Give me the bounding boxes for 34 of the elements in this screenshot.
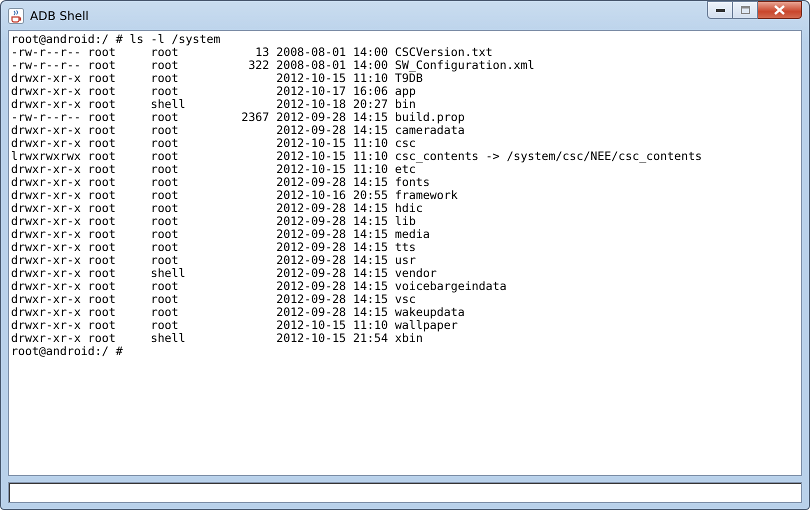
output-line: drwxr-xr-x root root 2012-09-28 14:15 hdic (11, 202, 423, 215)
output-line: drwxr-xr-x root root 2012-09-28 14:15 vsc (11, 293, 416, 306)
output-line: root@android:/ # (11, 345, 123, 358)
minimize-icon (716, 8, 724, 12)
output-line: -rw-r--r-- root root 2367 2012-09-28 14:15 build.prop (11, 111, 465, 124)
close-icon (774, 5, 785, 15)
maximize-button[interactable] (733, 1, 758, 19)
output-line: root@android:/ # ls -l /system (11, 33, 220, 46)
window-title: ADB Shell (30, 8, 89, 22)
output-line: drwxr-xr-x root root 2012-10-15 11:10 csc (11, 137, 416, 150)
output-line: drwxr-xr-x root shell 2012-09-28 14:15 vendor (11, 267, 437, 280)
output-line: drwxr-xr-x root root 2012-10-15 11:10 etc (11, 163, 416, 176)
output-line: drwxr-xr-x root root 2012-10-15 11:10 wallpaper (11, 319, 458, 332)
close-button[interactable] (758, 1, 802, 19)
output-line: drwxr-xr-x root root 2012-10-15 11:10 T9DB (11, 72, 423, 85)
output-line: drwxr-xr-x root root 2012-09-28 14:15 wakeupdata (11, 306, 465, 319)
output-line: drwxr-xr-x root shell 2012-10-15 21:54 xbin (11, 332, 423, 345)
output-line: drwxr-xr-x root root 2012-09-28 14:15 voicebargeindata (11, 280, 507, 293)
output-line: drwxr-xr-x root root 2012-09-28 14:15 media (11, 228, 430, 241)
output-line: drwxr-xr-x root shell 2012-10-18 20:27 bin (11, 98, 416, 111)
output-line: lrwxrwxrwx root root 2012-10-15 11:10 csc_contents -> /system/csc/NEE/csc_contents (11, 150, 702, 163)
output-line: drwxr-xr-x root root 2012-09-28 14:15 tts (11, 241, 416, 254)
output-line: -rw-r--r-- root root 322 2008-08-01 14:00 SW_Configuration.xml (11, 59, 535, 72)
output-line: drwxr-xr-x root root 2012-09-28 14:15 usr (11, 254, 416, 267)
command-input-field[interactable] (8, 482, 802, 503)
maximize-icon (740, 6, 750, 14)
output-line: drwxr-xr-x root root 2012-09-28 14:15 fonts (11, 176, 430, 189)
minimize-button[interactable] (707, 1, 733, 19)
output-line: drwxr-xr-x root root 2012-09-28 14:15 lib (11, 215, 416, 228)
output-line: drwxr-xr-x root root 2012-09-28 14:15 cameradata (11, 124, 465, 137)
output-line: drwxr-xr-x root root 2012-10-17 16:06 app (11, 85, 416, 98)
output-line: drwxr-xr-x root root 2012-10-16 20:55 framework (11, 189, 458, 202)
output-line: -rw-r--r-- root root 13 2008-08-01 14:00 CSCVersion.txt (11, 46, 493, 59)
coffee-cup-icon (8, 8, 24, 24)
